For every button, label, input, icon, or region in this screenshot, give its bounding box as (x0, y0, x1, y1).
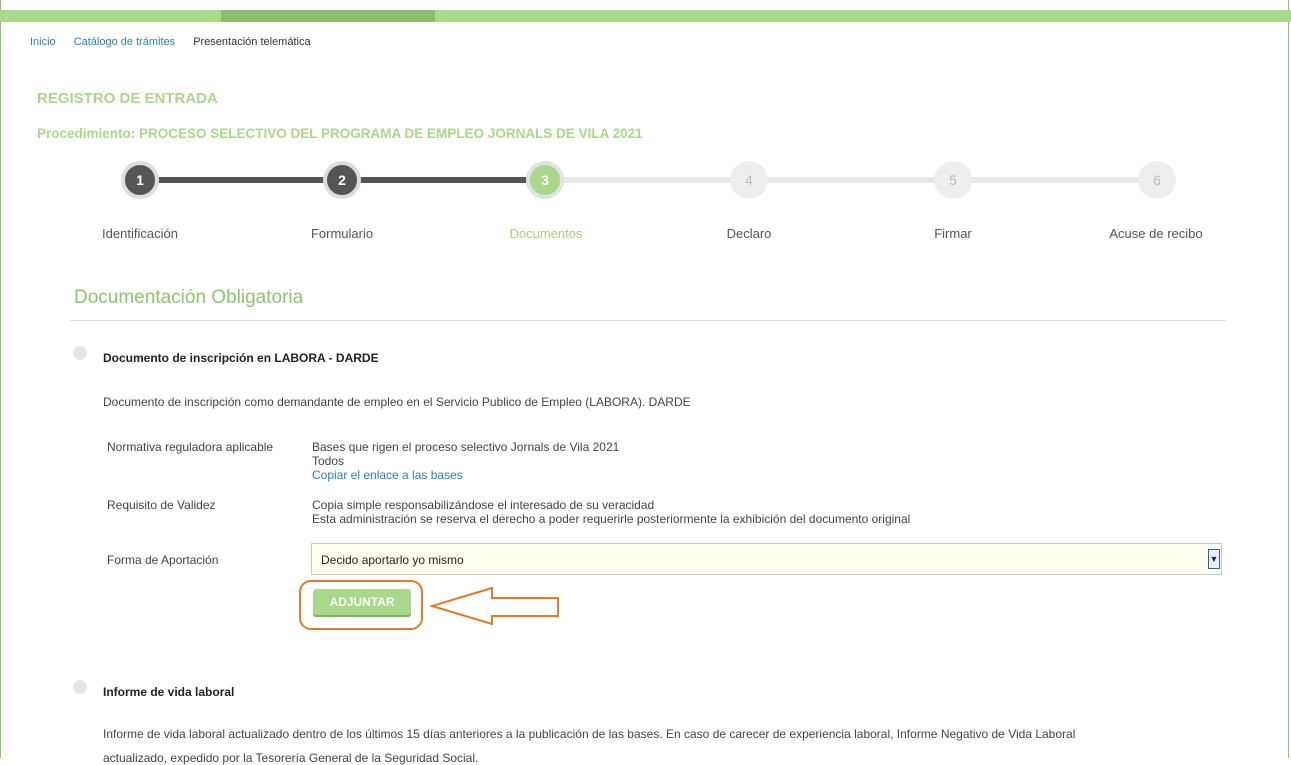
step-4-circle: 4 (730, 161, 768, 199)
stepper-remaining-line (560, 177, 1160, 183)
step-6-label: Acuse de recibo (1109, 226, 1203, 241)
requisito-value: Copia simple responsabilizándose el inte… (312, 498, 910, 526)
normativa-line-1: Bases que rigen el proceso selectivo Jor… (312, 440, 620, 454)
step-3-circle: 3 (526, 161, 564, 199)
forma-select[interactable]: Decido aportarlo yo mismo ▼ (311, 543, 1222, 575)
top-bar-accent (221, 10, 435, 22)
step-5-circle: 5 (934, 161, 972, 199)
procedure-title: Procedimiento: PROCESO SELECTIVO DEL PRO… (37, 126, 643, 141)
normativa-label: Normativa reguladora aplicable (107, 440, 274, 454)
step-3-label: Documentos (509, 226, 583, 241)
doc-status-icon (73, 346, 87, 360)
section-title: Documentación Obligatoria (74, 287, 304, 308)
breadcrumb-inicio[interactable]: Inicio (30, 36, 56, 48)
chevron-down-icon[interactable]: ▼ (1208, 549, 1220, 569)
forma-label: Forma de Aportación (107, 553, 219, 567)
step-2-circle: 2 (323, 161, 361, 199)
page-title: REGISTRO DE ENTRADA (37, 90, 218, 107)
breadcrumb: Inicio Catálogo de trámites Presentación… (30, 36, 311, 48)
step-6-circle: 6 (1138, 161, 1176, 199)
step-5-label: Firmar (934, 226, 972, 241)
normativa-line-2: Todos (312, 454, 345, 468)
breadcrumb-current: Presentación telemática (193, 36, 311, 48)
requisito-line-2: Esta administración se reserva el derech… (312, 512, 911, 526)
step-1-label: Identificación (102, 226, 178, 241)
highlight-outline (299, 580, 423, 630)
doc2-description: Informe de vida laboral actualizado dent… (103, 727, 1076, 741)
normativa-value: Bases que rigen el proceso selectivo Jor… (312, 440, 619, 482)
step-2-label: Formulario (310, 226, 374, 241)
requisito-label: Requisito de Validez (107, 498, 216, 512)
doc2-description-cont: actualizado, expedido por la Tesorería G… (103, 751, 479, 765)
section-divider (70, 320, 1226, 321)
forma-select-value: Decido aportarlo yo mismo (321, 553, 464, 567)
step-4-label: Declaro (726, 226, 772, 241)
copy-link[interactable]: Copiar el enlace a las bases (312, 468, 619, 482)
step-1-circle: 1 (121, 161, 159, 199)
doc-description: Documento de inscripción como demandante… (103, 395, 691, 409)
doc2-title: Informe de vida laboral (103, 685, 235, 699)
requisito-line-1: Copia simple responsabilizándose el inte… (312, 498, 655, 512)
pointer-arrow-icon (430, 586, 559, 626)
doc2-status-icon (73, 680, 87, 694)
top-bar (0, 10, 1291, 22)
page-frame (0, 0, 1289, 758)
breadcrumb-catalogo[interactable]: Catálogo de trámites (74, 36, 176, 48)
doc-title: Documento de inscripción en LABORA - DAR… (103, 351, 379, 365)
